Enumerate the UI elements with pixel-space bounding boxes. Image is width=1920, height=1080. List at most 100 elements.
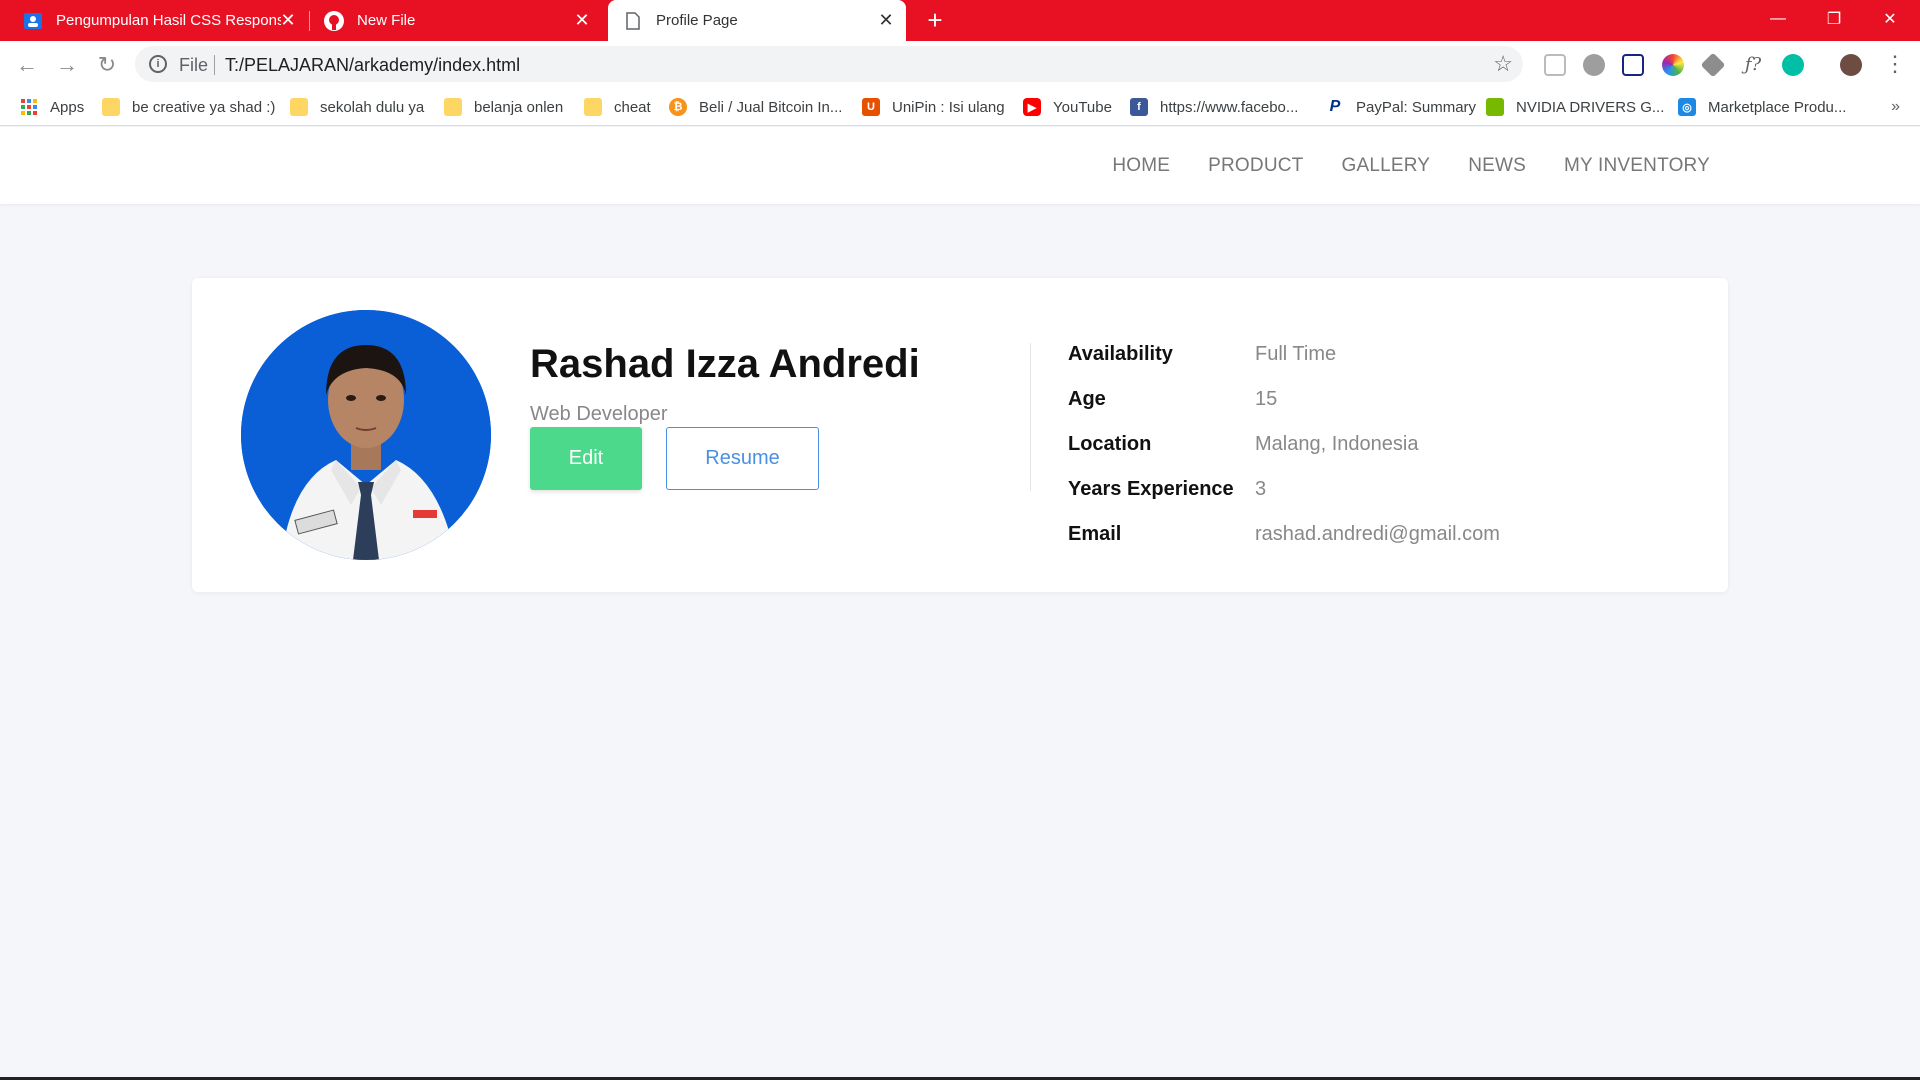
classroom-icon [23, 11, 43, 31]
bookmark-label: Beli / Jual Bitcoin In... [699, 98, 843, 116]
bookmark-folder[interactable]: cheat [584, 95, 651, 119]
profile-details: Availability Full Time Age 15 Location M… [1068, 332, 1500, 557]
tab-divider [309, 11, 310, 31]
extension-icon[interactable] [1544, 54, 1566, 76]
profile-avatar-icon[interactable] [1840, 54, 1862, 76]
bookmark-label: UniPin : Isi ulang [892, 98, 1005, 116]
tab-title: Pengumpulan Hasil CSS Responsi [56, 12, 281, 29]
url-divider [214, 55, 215, 75]
profile-role: Web Developer [530, 403, 668, 425]
new-tab-button[interactable]: + [922, 7, 948, 33]
nav-gallery[interactable]: GALLERY [1341, 155, 1430, 177]
bookmark-folder[interactable]: be creative ya shad :) [102, 95, 275, 119]
bookmark-label: be creative ya shad :) [132, 98, 276, 116]
detail-value: Malang, Indonesia [1255, 433, 1419, 455]
folder-icon [102, 98, 120, 116]
edit-button[interactable]: Edit [530, 427, 642, 490]
marketplace-icon: ◎ [1678, 98, 1696, 116]
detail-value: Full Time [1255, 343, 1337, 365]
bookmark-youtube[interactable]: ▶ YouTube [1023, 95, 1112, 119]
bookmark-marketplace[interactable]: ◎ Marketplace Produ... [1678, 95, 1846, 119]
menu-icon[interactable]: ⋮ [1884, 50, 1906, 78]
address-bar[interactable]: i File T:/PELAJARAN/arkademy/index.html … [135, 46, 1523, 82]
browser-tab[interactable]: Pengumpulan Hasil CSS Responsi ✕ [13, 0, 308, 41]
url-text[interactable]: T:/PELAJARAN/arkademy/index.html [225, 55, 520, 76]
tab-strip: Pengumpulan Hasil CSS Responsi ✕ New Fil… [0, 0, 1920, 41]
resume-button[interactable]: Resume [666, 427, 819, 490]
bookmark-label: Apps [50, 98, 85, 116]
forward-button[interactable]: → [54, 52, 80, 78]
detail-label: Years Experience [1068, 478, 1234, 500]
profile-avatar [241, 310, 491, 560]
bookmark-unipin[interactable]: U UniPin : Isi ulang [862, 95, 1005, 119]
more-bookmarks-icon[interactable]: » [1891, 98, 1900, 116]
page-icon [623, 11, 643, 31]
bookmarks-bar: Apps be creative ya shad :) sekolah dulu… [0, 88, 1920, 126]
browser-tab[interactable]: New File ✕ [314, 0, 602, 41]
bookmark-facebook[interactable]: f https://www.facebo... [1130, 95, 1298, 119]
nvidia-icon [1486, 98, 1504, 116]
bitcoin-icon: ₿ [669, 98, 687, 116]
folder-icon [584, 98, 602, 116]
unipin-icon: U [862, 98, 880, 116]
browser-toolbar: ← → ↻ i File T:/PELAJARAN/arkademy/index… [0, 41, 1920, 88]
youtube-icon: ▶ [1023, 98, 1041, 116]
detail-label: Location [1068, 433, 1152, 455]
close-icon[interactable]: ✕ [572, 10, 592, 30]
close-window-button[interactable]: ✕ [1862, 0, 1918, 38]
folder-icon [444, 98, 462, 116]
nav-my-inventory[interactable]: MY INVENTORY [1564, 155, 1710, 177]
bookmark-label: NVIDIA DRIVERS G... [1516, 98, 1665, 116]
github-icon [324, 10, 344, 31]
bookmark-label: sekolah dulu ya [320, 98, 425, 116]
bookmark-label: https://www.facebo... [1160, 98, 1299, 116]
color-wheel-icon[interactable] [1662, 54, 1684, 76]
detail-row-location: Location Malang, Indonesia [1068, 422, 1500, 467]
bookmark-label: YouTube [1053, 98, 1112, 116]
browser-tab-active[interactable]: Profile Page ✕ [608, 0, 906, 41]
section-divider [1030, 343, 1031, 491]
bookmark-folder[interactable]: belanja onlen [444, 95, 563, 119]
detail-label: Availability [1068, 343, 1173, 365]
bookmark-label: PayPal: Summary [1356, 98, 1477, 116]
nav-product[interactable]: PRODUCT [1208, 155, 1303, 177]
extension-grid-icon[interactable] [1622, 54, 1644, 76]
nav-news[interactable]: NEWS [1468, 155, 1526, 177]
close-icon[interactable]: ✕ [278, 10, 298, 30]
detail-value: rashad.andredi@gmail.com [1255, 523, 1500, 545]
site-header: HOME PRODUCT GALLERY NEWS MY INVENTORY [0, 127, 1920, 204]
bookmark-folder[interactable]: sekolah dulu ya [290, 95, 424, 119]
info-icon[interactable]: i [149, 55, 167, 73]
facebook-icon: f [1130, 98, 1148, 116]
minimize-button[interactable]: — [1750, 0, 1806, 38]
restore-button[interactable]: ❐ [1806, 0, 1862, 38]
detail-value: 3 [1255, 478, 1267, 500]
bookmark-paypal[interactable]: P PayPal: Summary [1326, 95, 1476, 119]
bookmark-label: Marketplace Produ... [1708, 98, 1847, 116]
close-icon[interactable]: ✕ [876, 10, 896, 30]
back-button[interactable]: ← [14, 52, 40, 78]
tab-title: Profile Page [656, 12, 738, 29]
bookmark-label: belanja onlen [474, 98, 564, 116]
extension-round-icon[interactable] [1782, 54, 1804, 76]
apps-grid-icon [20, 98, 38, 116]
bookmark-star-icon[interactable]: ☆ [1493, 51, 1513, 77]
url-scheme: File [179, 55, 209, 75]
detail-label: Email [1068, 523, 1122, 545]
detail-row-experience: Years Experience 3 [1068, 467, 1500, 512]
paypal-icon: P [1329, 98, 1341, 115]
reload-button[interactable]: ↻ [94, 52, 120, 78]
detail-row-availability: Availability Full Time [1068, 332, 1500, 377]
bookmark-label: cheat [614, 98, 651, 116]
formula-icon[interactable]: ƒ? [1742, 54, 1764, 76]
bookmark-bitcoin[interactable]: ₿ Beli / Jual Bitcoin In... [669, 95, 842, 119]
bookmark-apps[interactable]: Apps [20, 95, 84, 119]
nav-home[interactable]: HOME [1112, 155, 1170, 177]
extension-diamond-icon[interactable] [1700, 52, 1726, 78]
extension-gear-icon[interactable] [1583, 54, 1605, 76]
detail-row-age: Age 15 [1068, 377, 1500, 422]
folder-icon [290, 98, 308, 116]
bookmark-nvidia[interactable]: NVIDIA DRIVERS G... [1486, 95, 1664, 119]
detail-row-email: Email rashad.andredi@gmail.com [1068, 512, 1500, 557]
detail-value: 15 [1255, 388, 1278, 410]
